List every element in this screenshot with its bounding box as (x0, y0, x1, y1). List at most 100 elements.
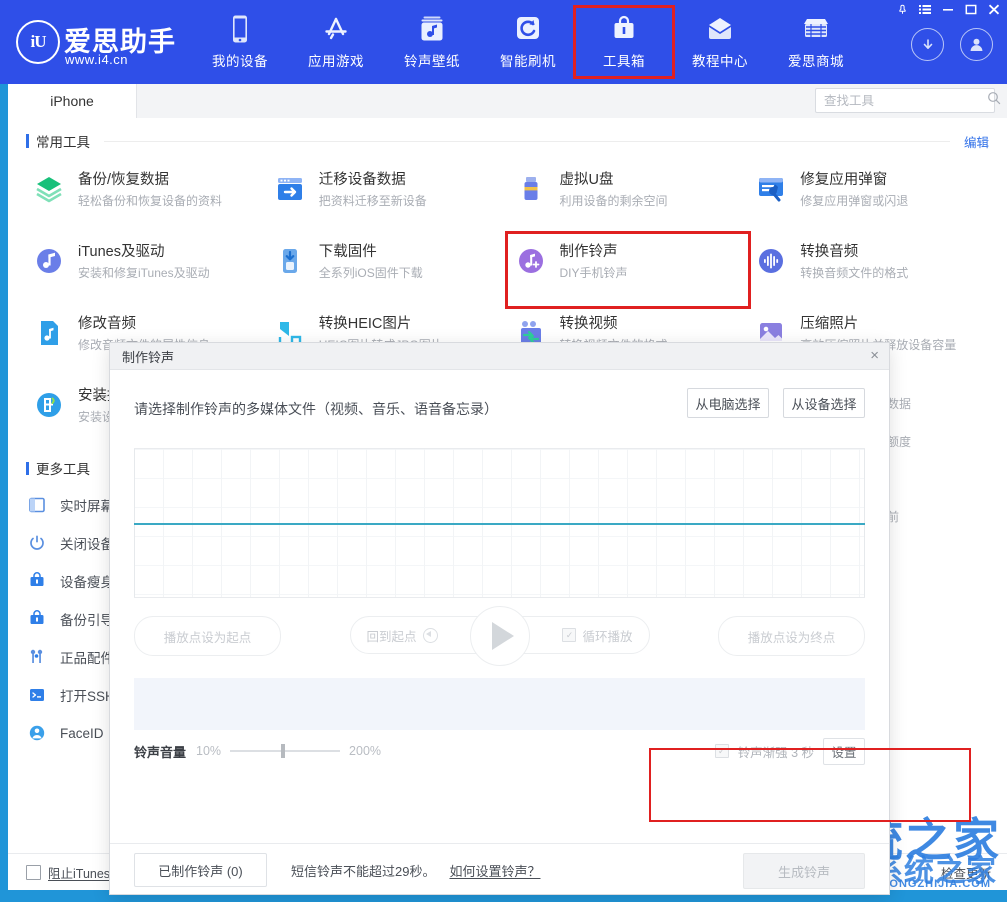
tool-name: 压缩照片 (800, 316, 859, 332)
minimize-icon[interactable] (941, 2, 955, 16)
checkbox-icon[interactable]: ✓ (714, 744, 729, 758)
nav-items: 我的设备 应用游戏 铃声壁纸 智能刷机 工具箱 教程中心 爱思商城 (192, 5, 864, 79)
user-avatar-icon[interactable] (960, 28, 993, 61)
selection-range-strip[interactable] (134, 678, 865, 730)
picker-prompt: 请选择制作铃声的多媒体文件（视频、音乐、语音备忘录） (134, 401, 498, 417)
search-tools-box[interactable] (815, 88, 1001, 113)
nav-label: 智能刷机 (500, 54, 556, 69)
edit-tools-link[interactable]: 编辑 (964, 132, 989, 151)
audio-file-icon (32, 316, 66, 350)
tool-convert-audio[interactable]: 转换音频 转换音频文件的格式 (748, 234, 989, 306)
back-to-start-label: 回到起点 (366, 629, 417, 644)
set-start-button[interactable]: 播放点设为起点 (134, 616, 281, 656)
search-icon[interactable] (987, 91, 1001, 110)
nav-label: 工具箱 (603, 54, 645, 69)
tool-desc: 把资料迁移至新设备 (318, 194, 427, 208)
play-icon (491, 622, 514, 650)
waveform-canvas[interactable] (134, 448, 865, 598)
more-tool-label: 设备瘦身 (60, 575, 114, 590)
back-to-start-button[interactable]: 回到起点 (367, 626, 438, 645)
pin-icon[interactable] (895, 2, 909, 16)
made-ringtones-button[interactable]: 已制作铃声 (0) (134, 853, 267, 887)
generate-ringtone-button[interactable]: 生成铃声 (743, 853, 865, 889)
fragment-text: 数据 (886, 397, 911, 411)
tool-name: 虚拟U盘 (559, 172, 614, 188)
checkbox-icon[interactable]: ✓ (562, 628, 577, 642)
nav-item-toolbox[interactable]: 工具箱 (573, 5, 675, 79)
nav-item-tutorial[interactable]: 教程中心 (672, 8, 768, 76)
layers-icon (32, 172, 66, 206)
slim-icon (26, 570, 48, 592)
tool-name: 转换音频 (800, 244, 859, 260)
fade-label: 铃声渐强 3 秒 (737, 745, 814, 760)
pick-from-device-button[interactable]: 从设备选择 (783, 388, 865, 418)
usb-icon (514, 172, 548, 206)
file-picker-row: 请选择制作铃声的多媒体文件（视频、音乐、语音备忘录） 从电脑选择 从设备选择 (110, 370, 889, 448)
tool-desc: 利用设备的剩余空间 (559, 194, 668, 208)
more-tool-label: 备份引导 (60, 613, 114, 628)
footer-note: 短信铃声不能超过29秒。 (291, 863, 436, 879)
tool-make-ringtone[interactable]: 制作铃声 DIY手机铃声 (504, 231, 752, 309)
tool-desc: 轻松备份和恢复设备的资料 (78, 194, 223, 208)
tool-download-firmware[interactable]: 下载固件 全系列iOS固件下载 (267, 234, 508, 306)
envelope-icon (706, 12, 734, 46)
set-end-button[interactable]: 播放点设为终点 (718, 616, 865, 656)
fade-settings-button[interactable]: 设置 (823, 737, 865, 765)
list-icon[interactable] (918, 2, 932, 16)
play-button[interactable] (469, 606, 530, 666)
pick-from-pc-button[interactable]: 从电脑选择 (687, 388, 769, 418)
common-tools-header: 常用工具 编辑 (8, 126, 1007, 156)
tool-desc: 修复应用弹窗或闪退 (800, 194, 909, 208)
slider-knob[interactable] (280, 744, 285, 758)
close-icon[interactable] (987, 2, 1001, 16)
tool-name: 下载固件 (318, 244, 377, 260)
search-input[interactable] (822, 92, 987, 109)
install-profile-icon (32, 388, 66, 422)
volume-max: 200% (349, 744, 382, 758)
section-title: 常用工具 (36, 135, 90, 150)
faceid-icon (26, 722, 48, 744)
tool-fix-app-popup[interactable]: 修复应用弹窗 修复应用弹窗或闪退 (748, 162, 989, 234)
terminal-icon (26, 684, 48, 706)
download-box-icon (273, 244, 307, 278)
close-icon[interactable]: × (870, 347, 879, 365)
tool-migrate-data[interactable]: 迁移设备数据 把资料迁移至新设备 (267, 162, 508, 234)
rewind-icon (422, 627, 438, 643)
how-to-set-ringtone-link[interactable]: 如何设置铃声？ (449, 861, 540, 880)
tool-desc: 全系列iOS固件下载 (318, 266, 423, 280)
checkbox-icon[interactable] (26, 864, 41, 880)
section-divider (104, 140, 950, 142)
appstore-icon (321, 12, 351, 46)
tool-name: 修改音频 (78, 316, 136, 332)
fragment-text: 额度 (886, 435, 911, 449)
parts-icon (26, 646, 48, 668)
tool-itunes-driver[interactable]: iTunes及驱动 安装和修复iTunes及驱动 (26, 234, 267, 306)
waveform-icon (754, 244, 788, 278)
transfer-icon (273, 172, 307, 206)
device-tab-iphone[interactable]: iPhone (8, 84, 137, 118)
nav-item-store[interactable]: 爱思商城 (768, 8, 864, 76)
section-title: 更多工具 (36, 462, 90, 477)
dialog-titlebar: 制作铃声 × (110, 343, 889, 370)
nav-item-ringtone-wallpaper[interactable]: 铃声壁纸 (384, 8, 480, 76)
volume-slider[interactable] (230, 744, 341, 758)
section-accent-bar (26, 461, 29, 475)
loop-play-toggle[interactable]: ✓ 循环播放 (562, 626, 633, 645)
tool-virtual-usb[interactable]: 虚拟U盘 利用设备的剩余空间 (508, 162, 749, 234)
download-icon[interactable] (911, 28, 944, 61)
tool-backup-restore[interactable]: 备份/恢复数据 轻松备份和恢复设备的资料 (26, 162, 267, 234)
toolbox-icon (610, 12, 638, 46)
ringtone-icon (514, 244, 548, 278)
nav-item-flash[interactable]: 智能刷机 (480, 8, 576, 76)
tool-name: 备份/恢复数据 (78, 172, 170, 188)
app-logo[interactable]: iU 爱思助手 www.i4.cn (16, 14, 191, 72)
device-tab-strip: iPhone (8, 84, 1007, 119)
nav-label: 爱思商城 (788, 54, 844, 69)
tool-desc: DIY手机铃声 (559, 266, 628, 280)
nav-item-my-device[interactable]: 我的设备 (192, 8, 288, 76)
maximize-icon[interactable] (964, 2, 978, 16)
nav-item-apps-games[interactable]: 应用游戏 (288, 8, 384, 76)
volume-min: 10% (196, 744, 222, 758)
check-update-button[interactable]: 检查更新 (925, 863, 1007, 882)
logo-url: www.i4.cn (65, 52, 129, 67)
